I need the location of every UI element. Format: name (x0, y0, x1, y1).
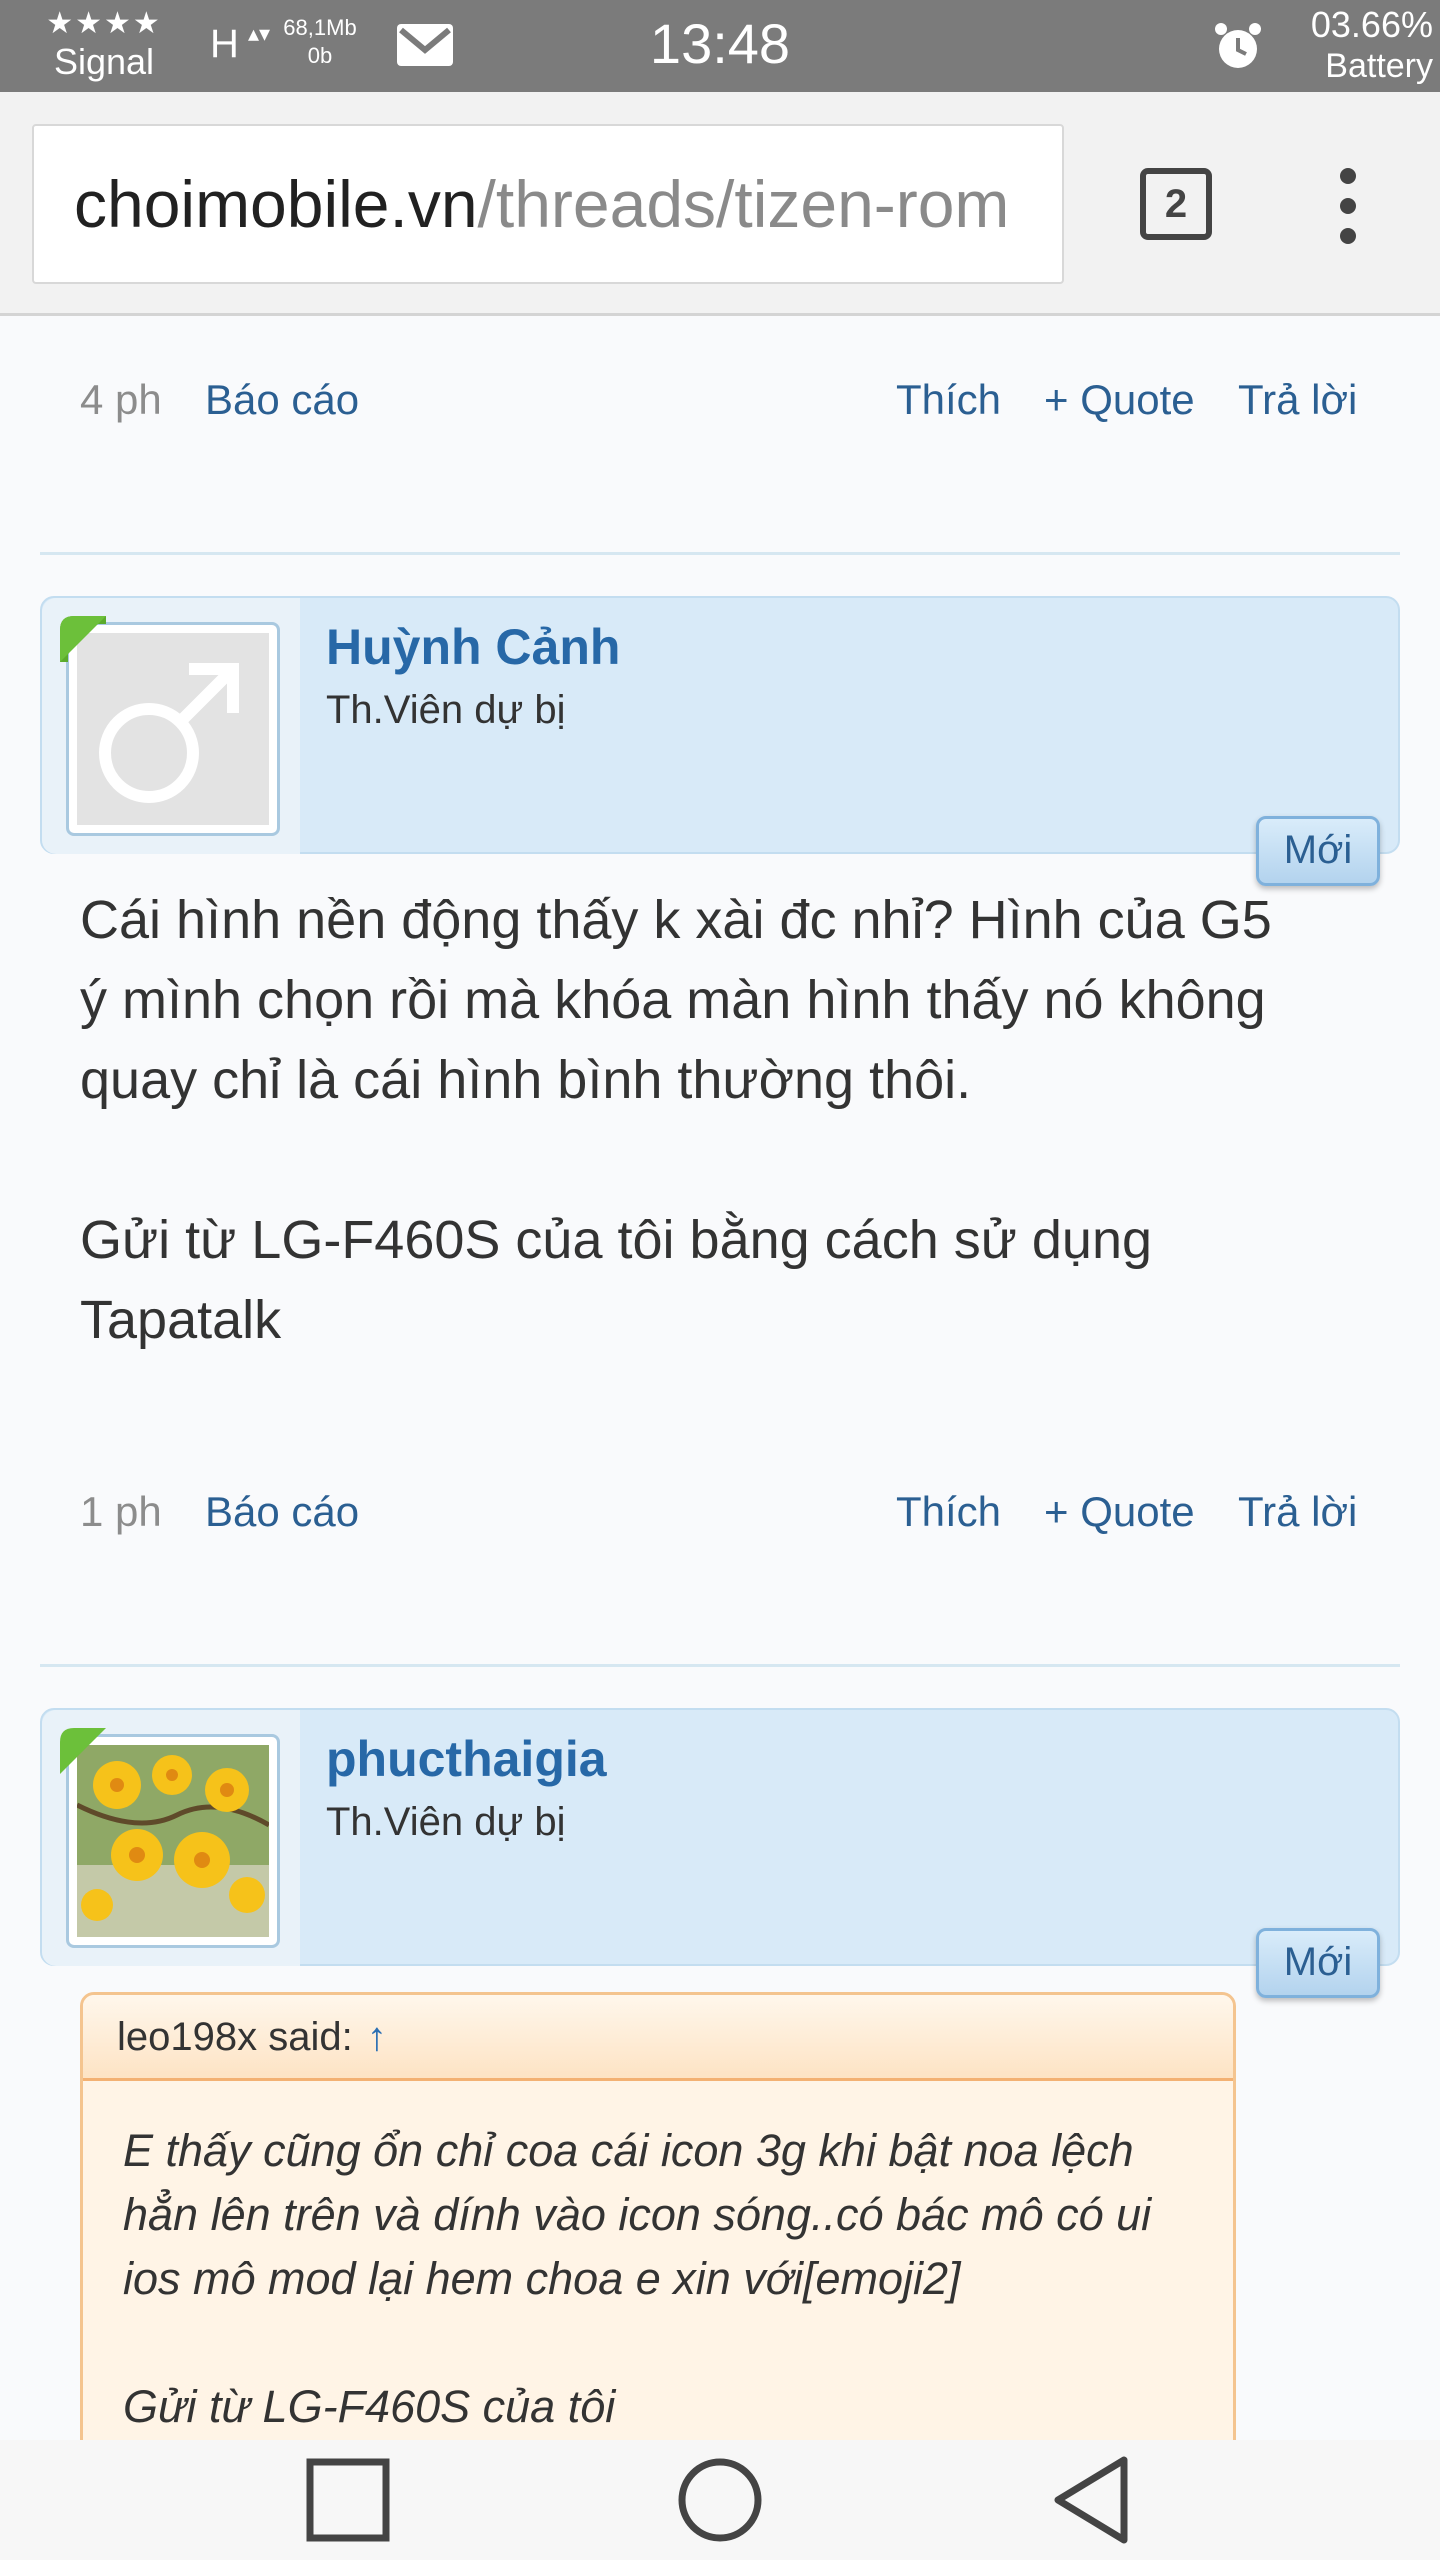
avatar-container (42, 1710, 300, 1966)
user-title: Th.Viên dự bị (326, 688, 566, 732)
browser-toolbar: choimobile.vn/threads/tizen-rom 2 (0, 92, 1440, 316)
report-link[interactable]: Báo cáo (205, 1482, 359, 1542)
url-path: /threads/tizen-rom (477, 167, 1010, 241)
jump-to-quote-icon[interactable]: ↑ (367, 2015, 387, 2059)
system-nav-bar (0, 2440, 1440, 2560)
post-time: 4 ph (80, 376, 162, 423)
new-badge: Mới (1256, 1928, 1380, 1998)
gmail-icon (397, 24, 453, 66)
post-actions: 4 ph Báo cáo Thích + Quote Trả lời (80, 370, 1360, 430)
quote-author: leo198x said: (117, 2015, 353, 2059)
url-field[interactable]: choimobile.vn/threads/tizen-rom (32, 124, 1064, 284)
signal-indicator: ★★★★ Signal (24, 6, 184, 82)
back-icon[interactable] (1032, 2440, 1152, 2560)
url-host: choimobile.vn (74, 167, 478, 241)
report-link[interactable]: Báo cáo (205, 370, 359, 430)
post-author-block: Huỳnh Cảnh Th.Viên dự bị (40, 596, 1400, 854)
quote-link[interactable]: + Quote (1044, 1482, 1195, 1542)
online-corner-icon (60, 1728, 106, 1774)
like-link[interactable]: Thích (896, 370, 1001, 430)
username-link[interactable]: Huỳnh Cảnh (326, 618, 620, 676)
signal-stars: ★★★★ (46, 7, 162, 40)
post-message: Cái hình nền động thấy k xài đc nhỉ? Hìn… (80, 890, 1272, 1350)
post-actions: 1 ph Báo cáo Thích + Quote Trả lời (80, 1482, 1360, 1542)
thread-content: 4 ph Báo cáo Thích + Quote Trả lời Huỳnh… (0, 316, 1440, 2440)
status-bar: ★★★★ Signal H ▴▾ 68,1Mb 0b 13:48 03.66% … (0, 0, 1440, 92)
recents-icon[interactable] (288, 2440, 408, 2560)
avatar-container (42, 598, 300, 854)
post-divider (40, 1664, 1400, 1667)
new-badge: Mới (1256, 816, 1380, 886)
data-usage: 68,1Mb 0b (280, 14, 360, 70)
reply-link[interactable]: Trả lời (1238, 1482, 1357, 1542)
online-corner-icon (60, 616, 106, 662)
overflow-menu-icon[interactable] (1320, 156, 1376, 256)
post-time: 1 ph (80, 1488, 162, 1535)
home-icon[interactable] (660, 2440, 780, 2560)
tabs-button[interactable]: 2 (1140, 168, 1212, 240)
network-type: H (210, 22, 239, 66)
battery-indicator: 03.66% Battery (1268, 4, 1433, 86)
quote-link[interactable]: + Quote (1044, 370, 1195, 430)
quote-header: leo198x said: ↑ (83, 1995, 1233, 2081)
user-title: Th.Viên dự bị (326, 1800, 566, 1844)
alarm-icon (1215, 23, 1261, 68)
battery-label: Battery (1325, 47, 1433, 85)
post-divider (40, 552, 1400, 555)
reply-link[interactable]: Trả lời (1238, 370, 1357, 430)
quote-block: leo198x said: ↑ E thấy cũng ổn chỉ coa cá… (80, 1992, 1236, 2440)
post-author-block: phucthaigia Th.Viên dự bị (40, 1708, 1400, 1966)
signal-label: Signal (53, 41, 155, 82)
like-link[interactable]: Thích (896, 1482, 1001, 1542)
quote-text: E thấy cũng ổn chỉ coa cái icon 3g khi b… (123, 2125, 1152, 2432)
data-up: 68,1Mb (283, 15, 357, 40)
battery-percent: 03.66% (1310, 4, 1433, 45)
data-down: 0b (307, 43, 333, 68)
username-link[interactable]: phucthaigia (326, 1730, 607, 1788)
network-activity-icon: ▴▾ (248, 21, 271, 46)
